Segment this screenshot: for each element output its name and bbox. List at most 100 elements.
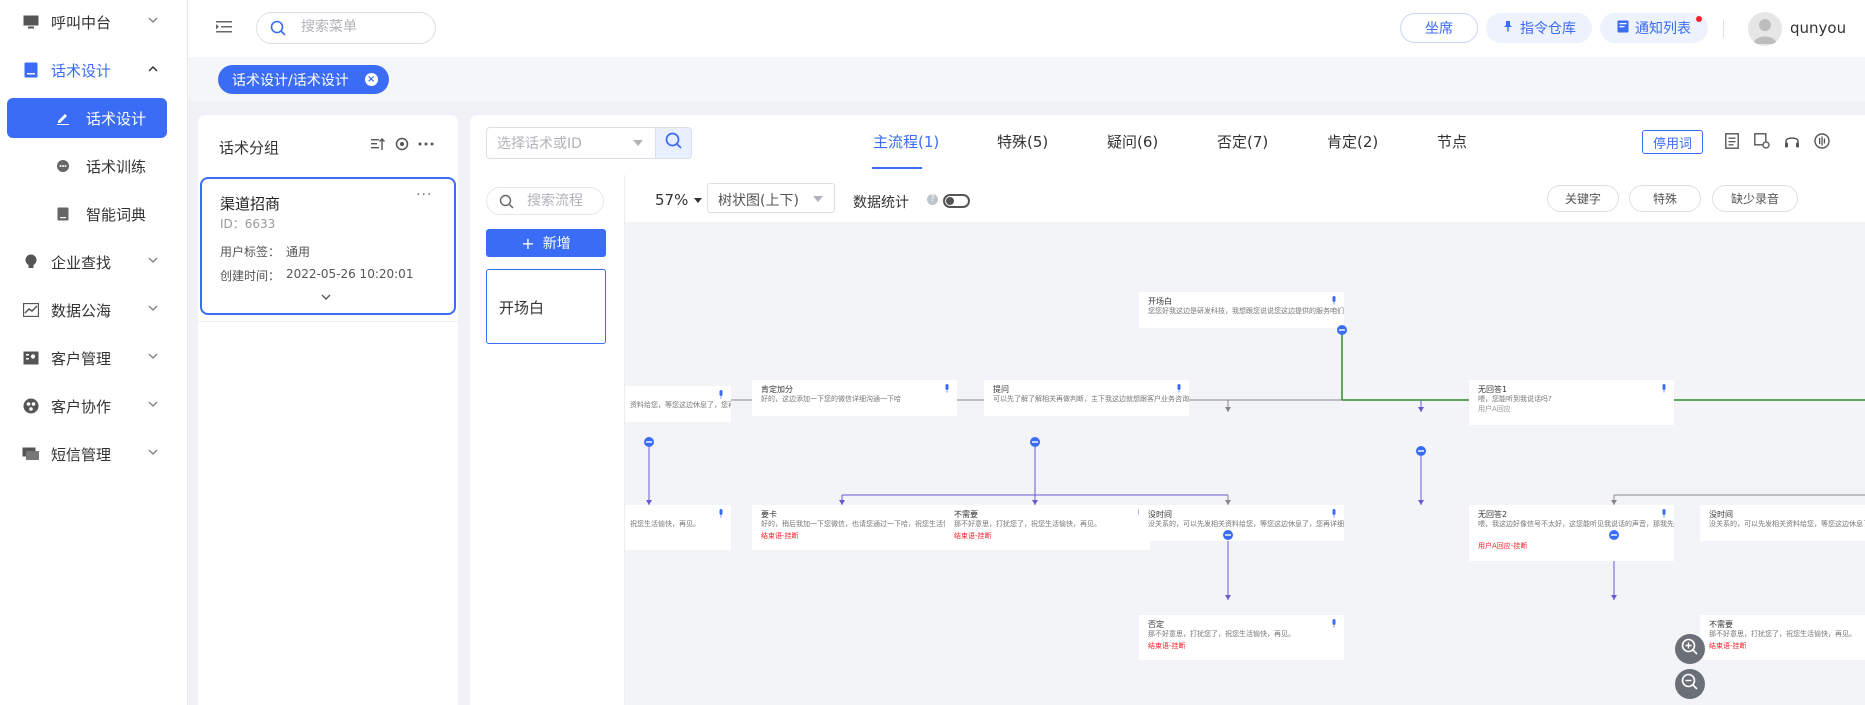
- add-flow-button[interactable]: + 新增: [486, 229, 606, 257]
- node-content: 资料给您，等您这边休息了，您再详细: [630, 401, 731, 409]
- tab-nodes[interactable]: 节点: [1437, 131, 1467, 152]
- pin-icon: [1502, 20, 1514, 36]
- settings-icon[interactable]: [393, 135, 411, 153]
- flow-node[interactable]: 否定 那不好意思，打扰您了，祝您生活愉快，再见。 结束语-挂断: [1139, 615, 1344, 660]
- flow-node[interactable]: 不需要 那不好意思，打扰您了，祝您生活愉快，再见。 结束语-挂断: [945, 505, 1150, 550]
- keyword-button[interactable]: 关键字: [1547, 185, 1619, 212]
- sidebar-subitem-script-training[interactable]: 话术训练: [0, 146, 188, 186]
- tab-tag-script-design[interactable]: 话术设计/话术设计 ×: [218, 65, 389, 94]
- seat-button[interactable]: 坐席: [1400, 13, 1478, 43]
- flow-item-label: 开场白: [499, 299, 545, 317]
- script-select[interactable]: 选择话术或ID: [486, 127, 656, 159]
- flow-node[interactable]: 要卡 好的，稍后我加一下您微信，也请您通过一下哈，祝您生活愉快 结束语-挂断: [752, 505, 957, 550]
- group-tag-row: 用户标签： 通用: [220, 243, 310, 260]
- chat-icon: [56, 159, 70, 173]
- notify-list-button[interactable]: 通知列表: [1600, 13, 1708, 43]
- tab-special[interactable]: 特殊(5): [997, 131, 1048, 152]
- sidebar-item-label: 数据公海: [51, 301, 112, 320]
- flow-node[interactable]: 无回答2 喂，我这边好像信号不太好，这您能听见我说话的声音，那我先挂1秒 用户A…: [1469, 505, 1674, 561]
- flow-node[interactable]: 肯定加分 好的，这边添加一下您的微信详细沟通一下哈: [752, 380, 957, 416]
- monitor-icon: [22, 13, 40, 31]
- more-icon[interactable]: ···: [416, 187, 432, 203]
- flow-settings-icon[interactable]: [1752, 131, 1772, 151]
- node-content: 喂，您能听到我说话吗?: [1478, 395, 1552, 403]
- book-icon: [22, 61, 40, 79]
- sidebar-item-company-search[interactable]: 企业查找: [0, 242, 188, 282]
- username[interactable]: qunyou: [1790, 19, 1846, 37]
- chevron-down-icon: [148, 448, 160, 460]
- data-stats-label: 数据统计: [853, 195, 909, 211]
- node-extra: 用户A回应: [1478, 405, 1511, 413]
- layout-select[interactable]: 树状图(上下): [707, 183, 835, 213]
- chevron-down-icon: [148, 400, 160, 412]
- zoom-out-icon: [1681, 673, 1699, 695]
- contacts-icon: [22, 349, 40, 367]
- tag-bar: 话术设计/话术设计 ×: [188, 57, 1865, 101]
- sidebar-item-label: 话术设计: [86, 109, 147, 128]
- microphone-icon: [719, 509, 723, 518]
- node-content: 您您好我这边是研发科技，我想跟您说说您这边提供的服务咱们中心系统: [1148, 307, 1344, 315]
- flow-canvas[interactable]: 开场白 您您好我这边是研发科技，我想跟您说说您这边提供的服务咱们中心系统 资料给…: [625, 222, 1865, 705]
- microphone-icon: [719, 390, 723, 399]
- flow-search[interactable]: [486, 187, 604, 215]
- voice-wave-icon[interactable]: [1812, 131, 1832, 151]
- tab-negative[interactable]: 否定(7): [1217, 131, 1268, 152]
- menu-search-input[interactable]: [301, 19, 426, 35]
- data-stats-toggle[interactable]: [943, 194, 970, 208]
- flow-node[interactable]: 没时间 没关系的，可以先发相关资料给您，等您这边休息了，您再详细: [1139, 505, 1344, 541]
- sidebar: 呼叫中台 话术设计 话术设计 话术训练 智能词典 企业查找 数据公海 客户管理 …: [0, 0, 188, 705]
- group-name: 渠道招商: [220, 195, 281, 213]
- sidebar-item-customer-management[interactable]: 客户管理: [0, 338, 188, 378]
- main-panel: 选择话术或ID 主流程(1) 特殊(5) 疑问(6) 否定(7) 肯定(2) 节…: [470, 115, 1865, 705]
- flow-search-input[interactable]: [527, 193, 599, 209]
- divider: [198, 321, 458, 322]
- help-icon[interactable]: ?: [927, 194, 938, 205]
- sidebar-item-script-design[interactable]: 话术设计: [0, 50, 188, 90]
- sidebar-item-data-pool[interactable]: 数据公海: [0, 290, 188, 330]
- special-button[interactable]: 特殊: [1629, 185, 1701, 212]
- flow-node[interactable]: 不需要 那不好意思，打扰您了，祝您生活愉快，再见。 结束语-挂断: [1700, 615, 1865, 660]
- zoom-select[interactable]: 57%: [655, 191, 703, 209]
- sort-icon[interactable]: [369, 135, 387, 153]
- close-icon[interactable]: ×: [364, 73, 378, 86]
- toggle-knob: [946, 197, 954, 205]
- flow-node[interactable]: 无回答1 喂，您能听到我说话吗? 用户A回应: [1469, 380, 1674, 425]
- tab-positive[interactable]: 肯定(2): [1327, 131, 1378, 152]
- sidebar-item-call-center[interactable]: 呼叫中台: [0, 2, 188, 42]
- bulb-icon: [22, 253, 40, 271]
- command-store-button[interactable]: 指令仓库: [1486, 13, 1592, 43]
- sidebar-item-label: 客户管理: [51, 349, 112, 368]
- chevron-down-icon[interactable]: [321, 293, 331, 304]
- flow-node[interactable]: 开场白 您您好我这边是研发科技，我想跟您说说您这边提供的服务咱们中心系统: [1139, 292, 1344, 328]
- sidebar-item-sms-management[interactable]: 短信管理: [0, 434, 188, 474]
- stopword-button[interactable]: 停用词: [1642, 130, 1703, 154]
- flow-node[interactable]: 没时间 没关系的，可以先发相关资料给您，等您这边休息了: [1700, 505, 1865, 541]
- flow-node[interactable]: 提问 可以先了解了解相关再做判断，主下我这边就想跟客户业务咨询: [984, 380, 1189, 416]
- zoom-in-button[interactable]: [1675, 634, 1705, 664]
- document-icon[interactable]: [1722, 131, 1742, 151]
- sidebar-item-label: 智能词典: [86, 205, 147, 224]
- sidebar-subitem-smart-dictionary[interactable]: 智能词典: [0, 194, 188, 234]
- group-card[interactable]: 渠道招商 ··· ID：6633 用户标签： 通用 创建时间： 2022-05-…: [200, 177, 456, 315]
- flow-node[interactable]: 资料给您，等您这边休息了，您再详细: [625, 386, 731, 422]
- zoom-out-button[interactable]: [1675, 669, 1705, 699]
- sidebar-subitem-script-design[interactable]: 话术设计: [7, 98, 167, 138]
- menu-toggle-icon[interactable]: [216, 20, 232, 34]
- headphones-icon[interactable]: [1782, 131, 1802, 151]
- avatar[interactable]: [1748, 12, 1782, 46]
- more-icon[interactable]: [417, 135, 435, 153]
- flow-list: + 新增 开场白: [470, 175, 625, 705]
- node-content: 没关系的，可以先发相关资料给您，等您这边休息了，您再详细: [1148, 520, 1344, 528]
- dropdown-arrow-icon: [633, 140, 643, 146]
- tab-main-flow[interactable]: 主流程(1): [873, 131, 939, 152]
- header-divider: [1723, 20, 1724, 38]
- sidebar-item-customer-cooperation[interactable]: 客户协作: [0, 386, 188, 426]
- tab-question[interactable]: 疑问(6): [1107, 131, 1158, 152]
- group-tag-value: 通用: [286, 245, 311, 259]
- node-content: 那不好意思，打扰您了，祝您生活愉快，再见。: [954, 520, 1101, 528]
- flow-node[interactable]: 祝您生活愉快，再见。: [625, 505, 731, 550]
- script-search-button[interactable]: [656, 127, 692, 159]
- menu-search[interactable]: [256, 12, 436, 44]
- missing-recording-button[interactable]: 缺少录音: [1712, 185, 1798, 212]
- flow-item-opening[interactable]: 开场白: [486, 269, 606, 344]
